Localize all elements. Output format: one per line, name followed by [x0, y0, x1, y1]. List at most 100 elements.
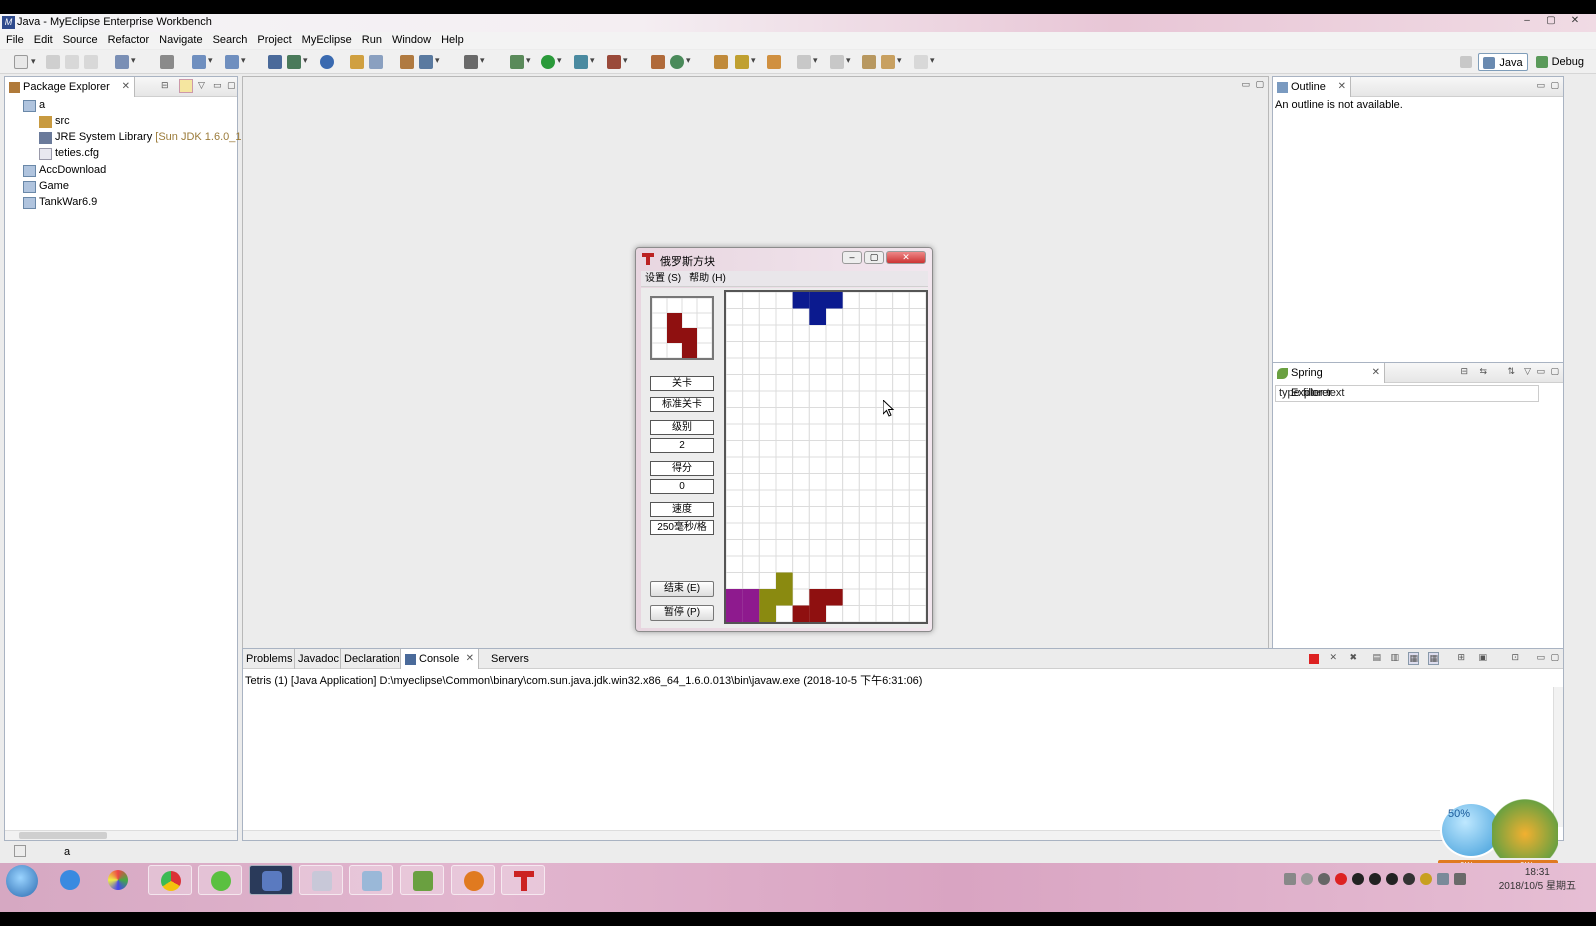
tree-item-accdownload[interactable]: AccDownload	[23, 164, 106, 177]
close-icon[interactable]: ✕	[122, 77, 130, 97]
maximize-button[interactable]: ▢	[1542, 15, 1560, 28]
manage-deploy-icon[interactable]	[268, 55, 282, 69]
qq-icon-2[interactable]	[1369, 873, 1381, 885]
refresh-icon[interactable]	[369, 55, 383, 69]
java-perspective-button[interactable]: Java	[1478, 53, 1528, 71]
menu-edit[interactable]: Edit	[34, 32, 53, 49]
maximize-view-icon[interactable]: ▢	[1550, 366, 1559, 377]
pin-console-icon[interactable]: ⊞	[1457, 652, 1465, 663]
fast-view-icon[interactable]	[14, 845, 26, 857]
run-icon[interactable]	[541, 55, 562, 69]
open-folder-icon[interactable]	[350, 55, 364, 69]
next-annotation-icon[interactable]	[797, 55, 818, 69]
taskbar-notes[interactable]	[349, 865, 393, 895]
taskbar-myeclipse[interactable]	[249, 865, 293, 895]
tree-item-jre-library[interactable]: JRE System Library [Sun JDK 1.6.0_13]	[39, 131, 251, 144]
taskbar-clock[interactable]: 18:31 2018/10/5 星期五	[1499, 866, 1576, 894]
print-icon[interactable]	[84, 55, 98, 69]
update-icon[interactable]	[1420, 873, 1432, 885]
minimize-view-icon[interactable]: ▭	[1536, 80, 1545, 91]
terminate-icon[interactable]	[1309, 654, 1319, 664]
view-menu-icon[interactable]: ▽	[198, 80, 205, 91]
maximize-editor-icon[interactable]: ▢	[1255, 79, 1264, 90]
qq-icon[interactable]	[1352, 873, 1364, 885]
tray-app-icon[interactable]	[1301, 873, 1313, 885]
qq-icon-3[interactable]	[1386, 873, 1398, 885]
remove-launch-icon[interactable]: ✕	[1329, 652, 1337, 663]
menu-myeclipse[interactable]: MyEclipse	[302, 32, 352, 49]
menu-help[interactable]: Help	[441, 32, 464, 49]
tetris-minimize-button[interactable]: –	[842, 251, 862, 264]
minimize-button[interactable]: –	[1518, 15, 1536, 28]
horizontal-scrollbar[interactable]	[243, 830, 1553, 840]
close-icon[interactable]: ✕	[1338, 77, 1346, 97]
view-menu-icon[interactable]: ▽	[1524, 366, 1531, 377]
display-console-icon[interactable]: ▣	[1478, 652, 1487, 663]
web-browser-icon[interactable]	[419, 55, 440, 69]
remove-all-icon[interactable]: ✖	[1349, 652, 1357, 663]
browser-icon[interactable]	[320, 55, 334, 69]
open-console-icon[interactable]: ⊡	[1511, 652, 1519, 663]
scrollbar-thumb[interactable]	[19, 832, 107, 839]
taskbar-media-app[interactable]	[451, 865, 495, 895]
coverage-icon[interactable]	[574, 55, 595, 69]
new-project-icon[interactable]	[400, 55, 414, 69]
search-icon[interactable]	[735, 55, 756, 69]
open-type-icon[interactable]	[160, 55, 174, 69]
tetris-menu-help[interactable]: 帮助 (H)	[689, 271, 726, 286]
menu-run[interactable]: Run	[362, 32, 382, 49]
tree-item-game[interactable]: Game	[23, 180, 69, 193]
menu-refactor[interactable]: Refactor	[108, 32, 150, 49]
run-server-icon[interactable]	[287, 55, 308, 69]
minimize-view-icon[interactable]: ▭	[1536, 366, 1545, 377]
close-button[interactable]: ✕	[1566, 15, 1584, 28]
debug-perspective-button[interactable]: Debug	[1532, 53, 1588, 71]
clear-console-icon[interactable]: ▤	[1372, 652, 1381, 663]
show-stdout-icon[interactable]: ▦	[1408, 652, 1419, 665]
tetris-menu-settings[interactable]: 设置 (S)	[645, 271, 681, 286]
taskbar-tetris[interactable]	[501, 865, 545, 895]
tree-item-teties-cfg[interactable]: teties.cfg	[39, 147, 99, 160]
menu-source[interactable]: Source	[63, 32, 98, 49]
network-icon[interactable]	[1437, 873, 1449, 885]
menu-project[interactable]: Project	[257, 32, 291, 49]
task-icon[interactable]	[767, 55, 781, 69]
tab-servers[interactable]: Servers	[479, 649, 539, 669]
maximize-view-icon[interactable]: ▢	[1550, 80, 1559, 91]
volume-icon[interactable]	[1454, 873, 1466, 885]
spring-filter-input[interactable]: type filter text	[1275, 385, 1539, 402]
start-button[interactable]	[6, 865, 38, 897]
collapse-all-icon[interactable]: ⊟	[161, 80, 169, 91]
tetris-close-button[interactable]: ✕	[886, 251, 926, 264]
taskbar-media[interactable]	[96, 865, 140, 895]
taskbar-tools[interactable]	[299, 865, 343, 895]
forward-icon[interactable]	[914, 55, 935, 69]
back-icon[interactable]	[881, 55, 902, 69]
thermometer-icon[interactable]	[1318, 873, 1330, 885]
save-all-icon[interactable]	[65, 55, 79, 69]
tab-spring-explorer[interactable]: Spring Explorer ✕	[1273, 363, 1385, 399]
tab-outline[interactable]: Outline ✕	[1273, 77, 1351, 97]
tab-problems[interactable]: Problems	[243, 649, 295, 669]
tab-package-explorer[interactable]: Package Explorer ✕	[5, 77, 135, 97]
tree-item-project-a[interactable]: a	[23, 99, 45, 112]
minimize-view-icon[interactable]: ▭	[1536, 652, 1545, 663]
pen-icon[interactable]	[1403, 873, 1415, 885]
antivirus-icon[interactable]	[1335, 873, 1347, 885]
menu-search[interactable]: Search	[213, 32, 248, 49]
menu-file[interactable]: File	[6, 32, 24, 49]
minimize-view-icon[interactable]: ▭	[213, 80, 222, 91]
debug-icon[interactable]	[510, 55, 531, 69]
link-editor-icon[interactable]	[179, 79, 193, 93]
sort-icon[interactable]: ⇅	[1507, 366, 1515, 377]
scroll-lock-icon[interactable]: ▥	[1390, 652, 1399, 663]
tab-declaration[interactable]: Declaration	[341, 649, 401, 669]
tetris-maximize-button[interactable]: ▢	[864, 251, 884, 264]
end-game-button[interactable]: 结束 (E)	[650, 581, 714, 597]
last-edit-icon[interactable]	[862, 55, 876, 69]
deploy-icon[interactable]	[225, 55, 246, 69]
horizontal-scrollbar[interactable]	[5, 830, 237, 840]
previous-annotation-icon[interactable]	[830, 55, 851, 69]
show-stderr-icon[interactable]: ▦	[1428, 652, 1439, 665]
external-tools-icon[interactable]	[607, 55, 628, 69]
